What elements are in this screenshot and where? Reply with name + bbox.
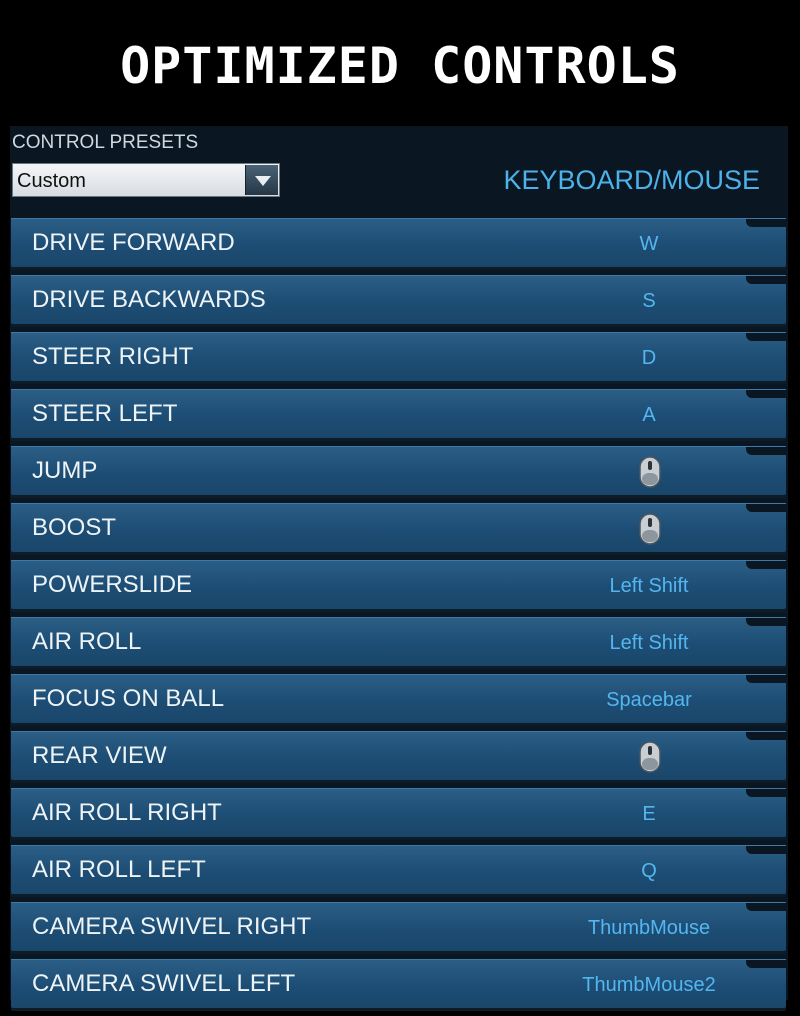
control-presets-label: CONTROL PRESETS [12, 132, 199, 153]
binding-row[interactable]: FOCUS ON BALL Spacebar [11, 674, 786, 723]
binding-row[interactable]: REAR VIEW [11, 731, 786, 780]
binding-key-value[interactable]: Left Shift [549, 574, 749, 598]
input-mode-label[interactable]: KEYBOARD/MOUSE [503, 165, 760, 195]
binding-key-value[interactable]: E [549, 802, 749, 826]
binding-action-label: CAMERA SWIVEL RIGHT [32, 913, 312, 940]
binding-action-label: REAR VIEW [32, 742, 167, 769]
binding-action-label: AIR ROLL RIGHT [32, 799, 222, 826]
binding-row[interactable]: CAMERA SWIVEL LEFT ThumbMouse2 [11, 959, 786, 1008]
binding-key-value[interactable]: D [549, 346, 749, 370]
binding-action-label: FOCUS ON BALL [32, 685, 225, 712]
binding-action-label: AIR ROLL LEFT [32, 856, 206, 883]
control-presets-value: Custom [17, 170, 86, 192]
binding-row[interactable]: STEER RIGHT D [11, 332, 786, 381]
binding-key-value[interactable]: Spacebar [549, 688, 749, 712]
binding-row[interactable]: DRIVE BACKWARDS S [11, 275, 786, 324]
mouse-left-button-icon[interactable] [638, 513, 662, 545]
binding-row[interactable]: STEER LEFT A [11, 389, 786, 438]
binding-action-label: CAMERA SWIVEL LEFT [32, 970, 296, 997]
binding-row[interactable]: CAMERA SWIVEL RIGHT ThumbMouse [11, 902, 786, 951]
binding-key-value[interactable]: A [549, 403, 749, 427]
binding-key-value[interactable]: Left Shift [549, 631, 749, 655]
binding-row[interactable]: DRIVE FORWARD W [11, 218, 786, 267]
binding-key-value[interactable]: ThumbMouse [549, 916, 749, 940]
control-presets-dropdown[interactable]: Custom [12, 163, 280, 197]
binding-action-label: STEER RIGHT [32, 343, 194, 370]
mouse-right-button-icon[interactable] [638, 456, 662, 488]
binding-key-value[interactable]: W [549, 232, 749, 256]
binding-row[interactable]: POWERSLIDE Left Shift [11, 560, 786, 609]
page-title: OPTIMIZED CONTROLS [120, 37, 680, 95]
binding-row[interactable]: AIR ROLL Left Shift [11, 617, 786, 666]
binding-key-value[interactable]: Q [549, 859, 749, 883]
binding-action-label: AIR ROLL [32, 628, 142, 655]
bindings-list: DRIVE FORWARD W DRIVE BACKWARDS S STEER RIGH… [11, 218, 786, 1016]
mouse-middle-button-icon[interactable] [638, 741, 662, 773]
header-banner: OPTIMIZED CONTROLS [0, 0, 800, 126]
binding-key-value[interactable]: S [549, 289, 749, 313]
binding-action-label: BOOST [32, 514, 117, 541]
binding-action-label: DRIVE FORWARD [32, 229, 235, 256]
binding-action-label: JUMP [32, 457, 98, 484]
binding-action-label: STEER LEFT [32, 400, 178, 427]
binding-row[interactable]: JUMP [11, 446, 786, 495]
binding-row[interactable]: AIR ROLL RIGHT E [11, 788, 786, 837]
chevron-down-icon[interactable] [245, 165, 278, 195]
binding-row[interactable]: BOOST [11, 503, 786, 552]
binding-action-label: POWERSLIDE [32, 571, 193, 598]
binding-action-label: DRIVE BACKWARDS [32, 286, 266, 313]
binding-row[interactable]: AIR ROLL LEFT Q [11, 845, 786, 894]
binding-key-value[interactable]: ThumbMouse2 [549, 973, 749, 997]
